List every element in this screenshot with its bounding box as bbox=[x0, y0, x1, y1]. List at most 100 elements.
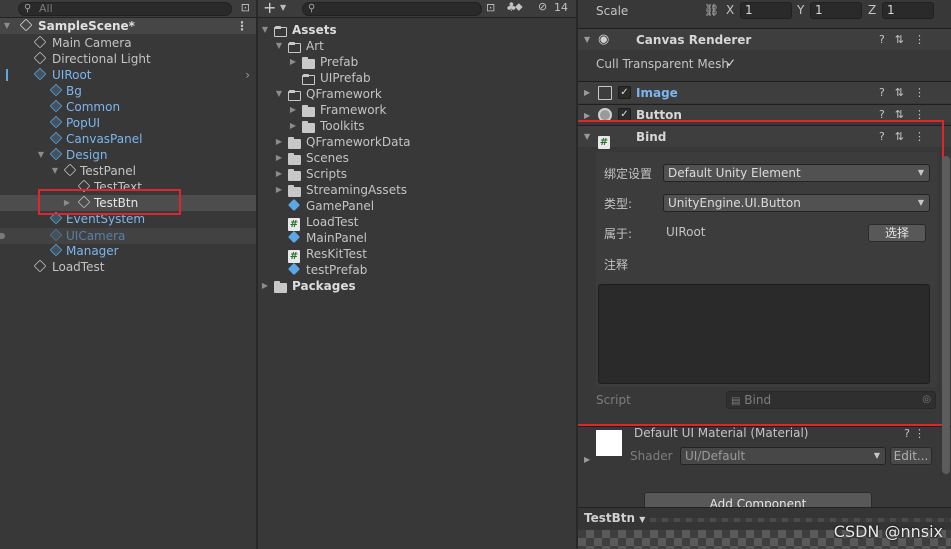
constrain-proportions-icon[interactable]: ⛓ bbox=[704, 3, 719, 17]
csharp-script-icon: # bbox=[288, 218, 300, 231]
bind-type-dropdown[interactable]: UnityEngine.UI.Button ▼ bbox=[663, 194, 930, 212]
gameobject-icon bbox=[33, 51, 48, 66]
hierarchy-item-canvaspanel[interactable]: CanvasPanel bbox=[0, 131, 256, 147]
image-header[interactable]: ▶ ✓ Image ?⇅⋮ bbox=[578, 81, 951, 103]
scene-row[interactable]: ▼ SampleScene* ⋮ bbox=[0, 18, 256, 34]
fold-arrow-icon[interactable]: ▶ bbox=[274, 150, 284, 166]
hierarchy-item-testpanel[interactable]: ▼ TestPanel bbox=[0, 163, 256, 179]
comment-textarea[interactable] bbox=[598, 284, 930, 384]
fold-arrow-icon[interactable]: ▼ bbox=[584, 29, 590, 51]
fold-arrow-icon[interactable]: ▶ bbox=[274, 134, 284, 150]
hierarchy-item-bg[interactable]: Bg bbox=[0, 83, 256, 99]
fold-arrow-icon[interactable]: ▶ bbox=[584, 105, 590, 127]
open-prefab-arrow-icon[interactable]: › bbox=[245, 67, 250, 83]
hierarchy-item-eventsystem[interactable]: EventSystem bbox=[0, 211, 256, 227]
fold-arrow-icon[interactable]: ▼ bbox=[2, 18, 12, 34]
hierarchy-item-loadtest[interactable]: LoadTest bbox=[0, 259, 256, 275]
hierarchy-item-uiroot[interactable]: UIRoot › bbox=[0, 67, 256, 83]
fold-arrow-icon[interactable]: ▶ bbox=[584, 82, 590, 104]
project-item-reskittest[interactable]: # ResKitTest bbox=[258, 246, 576, 263]
scale-y-field[interactable]: 1 bbox=[810, 2, 862, 19]
component-header-icons[interactable]: ?⇅⋮ bbox=[879, 29, 935, 51]
canvas-renderer-header[interactable]: ▼ ◉ Canvas Renderer ?⇅⋮ bbox=[578, 28, 951, 50]
project-item-framework[interactable]: ▶ Framework bbox=[258, 102, 576, 118]
project-item-packages[interactable]: ▶ Packages bbox=[258, 278, 576, 294]
folder-icon bbox=[288, 183, 302, 197]
gameobject-icon bbox=[49, 99, 64, 114]
project-item-streamingassets[interactable]: ▶ StreamingAssets bbox=[258, 182, 576, 198]
project-item-art[interactable]: ▼ Art bbox=[258, 38, 576, 54]
hidden-packages-icon[interactable]: ⊘ bbox=[538, 0, 547, 13]
project-item-qframeworkdata[interactable]: ▶ QFrameworkData bbox=[258, 134, 576, 150]
hierarchy-item-testbtn[interactable]: ▶ TestBtn bbox=[0, 195, 256, 211]
project-item-uiprefab[interactable]: UIPrefab bbox=[258, 70, 576, 86]
fold-arrow-icon[interactable]: ▶ bbox=[288, 54, 298, 70]
project-search-input[interactable]: ⚲ bbox=[302, 2, 482, 16]
hierarchy-item-directional-light[interactable]: Directional Light bbox=[0, 51, 256, 67]
fold-arrow-icon[interactable]: ▼ bbox=[274, 86, 284, 102]
select-button[interactable]: 选择 bbox=[868, 224, 926, 242]
edit-shader-button[interactable]: Edit... bbox=[890, 447, 932, 465]
add-asset-dropdown-icon[interactable]: ▼ bbox=[280, 3, 286, 12]
fold-arrow-icon[interactable]: ▶ bbox=[260, 278, 270, 294]
component-header-icons[interactable]: ?⇅⋮ bbox=[879, 105, 935, 125]
bind-setting-dropdown[interactable]: Default Unity Element ▼ bbox=[663, 164, 930, 182]
fold-arrow-icon[interactable]: ▼ bbox=[36, 147, 46, 163]
shader-dropdown[interactable]: UI/Default ▼ bbox=[680, 447, 886, 465]
project-item-qframework[interactable]: ▼ QFramework bbox=[258, 86, 576, 102]
project-item-toolkits[interactable]: ▶ Toolkits bbox=[258, 118, 576, 134]
scale-z-field[interactable]: 1 bbox=[882, 2, 934, 19]
hierarchy-item-design[interactable]: ▼ Design bbox=[0, 147, 256, 163]
image-enabled-checkbox[interactable]: ✓ bbox=[618, 86, 631, 99]
scene-menu-icon[interactable]: ⋮ bbox=[236, 18, 248, 34]
project-item-assets[interactable]: ▼ Assets bbox=[258, 22, 576, 38]
gameobject-icon bbox=[49, 243, 64, 258]
material-header-icons[interactable]: ?⋮ bbox=[904, 427, 929, 440]
fold-arrow-icon[interactable]: ▼ bbox=[584, 126, 590, 148]
add-asset-button[interactable]: + bbox=[263, 0, 276, 17]
inspector-scrollbar[interactable] bbox=[942, 156, 950, 474]
hierarchy-item-uicamera[interactable]: UICamera bbox=[0, 228, 256, 244]
search-by-type-icon[interactable]: ⊡ bbox=[241, 1, 250, 14]
material-preview-swatch bbox=[596, 430, 622, 456]
project-item-gamepanel[interactable]: GamePanel bbox=[258, 198, 576, 214]
gameobject-icon bbox=[33, 259, 48, 274]
project-panel: + ▼ ⚲ ⊡ ♣ ⬥ ⊘ 14 ▼ Assets ▼ Art ▶ Prefab… bbox=[258, 0, 576, 549]
button-enabled-checkbox[interactable]: ✓ bbox=[618, 108, 631, 121]
hierarchy-item-common[interactable]: Common bbox=[0, 99, 256, 115]
fold-arrow-icon[interactable]: ▶ bbox=[274, 166, 284, 182]
hierarchy-search-input[interactable]: ⚲ All bbox=[18, 2, 232, 16]
fold-arrow-icon[interactable]: ▼ bbox=[50, 163, 60, 179]
hierarchy-item-main-camera[interactable]: Main Camera bbox=[0, 35, 256, 51]
button-header[interactable]: ▶ ✓ Button ?⇅⋮ bbox=[578, 104, 951, 122]
hierarchy-item-manager[interactable]: Manager bbox=[0, 243, 256, 259]
cull-transparent-mesh-checkbox[interactable]: ✓ bbox=[726, 56, 736, 70]
hierarchy-item-popui[interactable]: PopUI bbox=[0, 115, 256, 131]
fold-arrow-icon[interactable]: ▶ bbox=[288, 102, 298, 118]
fold-arrow-icon[interactable]: ▶ bbox=[288, 118, 298, 134]
component-header-icons[interactable]: ?⇅⋮ bbox=[879, 82, 935, 104]
scale-x-field[interactable]: 1 bbox=[740, 2, 792, 19]
component-header-icons[interactable]: ?⇅⋮ bbox=[879, 126, 935, 148]
project-item-loadtest[interactable]: # LoadTest bbox=[258, 214, 576, 231]
hierarchy-item-testtext[interactable]: TestText bbox=[0, 179, 256, 195]
image-component-icon bbox=[598, 86, 612, 100]
fold-arrow-icon[interactable]: ▼ bbox=[274, 38, 284, 54]
project-item-scenes[interactable]: ▶ Scenes bbox=[258, 150, 576, 166]
fold-arrow-icon[interactable]: ▶ bbox=[584, 455, 590, 464]
preview-object-tab[interactable]: TestBtn ▼ bbox=[584, 511, 645, 525]
bind-header[interactable]: ▼ # Bind ?⇅⋮ bbox=[578, 125, 951, 149]
fold-arrow-icon[interactable]: ▶ bbox=[274, 182, 284, 198]
label-filter-icon[interactable]: ⬥ bbox=[515, 0, 523, 14]
project-item-testprefab[interactable]: testPrefab bbox=[258, 262, 576, 278]
fold-arrow-icon[interactable]: ▶ bbox=[62, 195, 72, 211]
project-item-mainpanel[interactable]: MainPanel bbox=[258, 230, 576, 246]
hidden-packages-count: 14 bbox=[554, 1, 568, 14]
fold-arrow-icon[interactable]: ▼ bbox=[260, 22, 270, 38]
project-item-prefab[interactable]: ▶ Prefab bbox=[258, 54, 576, 70]
project-item-scripts[interactable]: ▶ Scripts bbox=[258, 166, 576, 182]
gameobject-icon bbox=[33, 35, 48, 50]
script-icon: ▤ bbox=[731, 396, 741, 407]
dropdown-arrow-icon: ▼ bbox=[917, 168, 924, 177]
search-by-type-icon[interactable]: ⊡ bbox=[486, 1, 495, 14]
